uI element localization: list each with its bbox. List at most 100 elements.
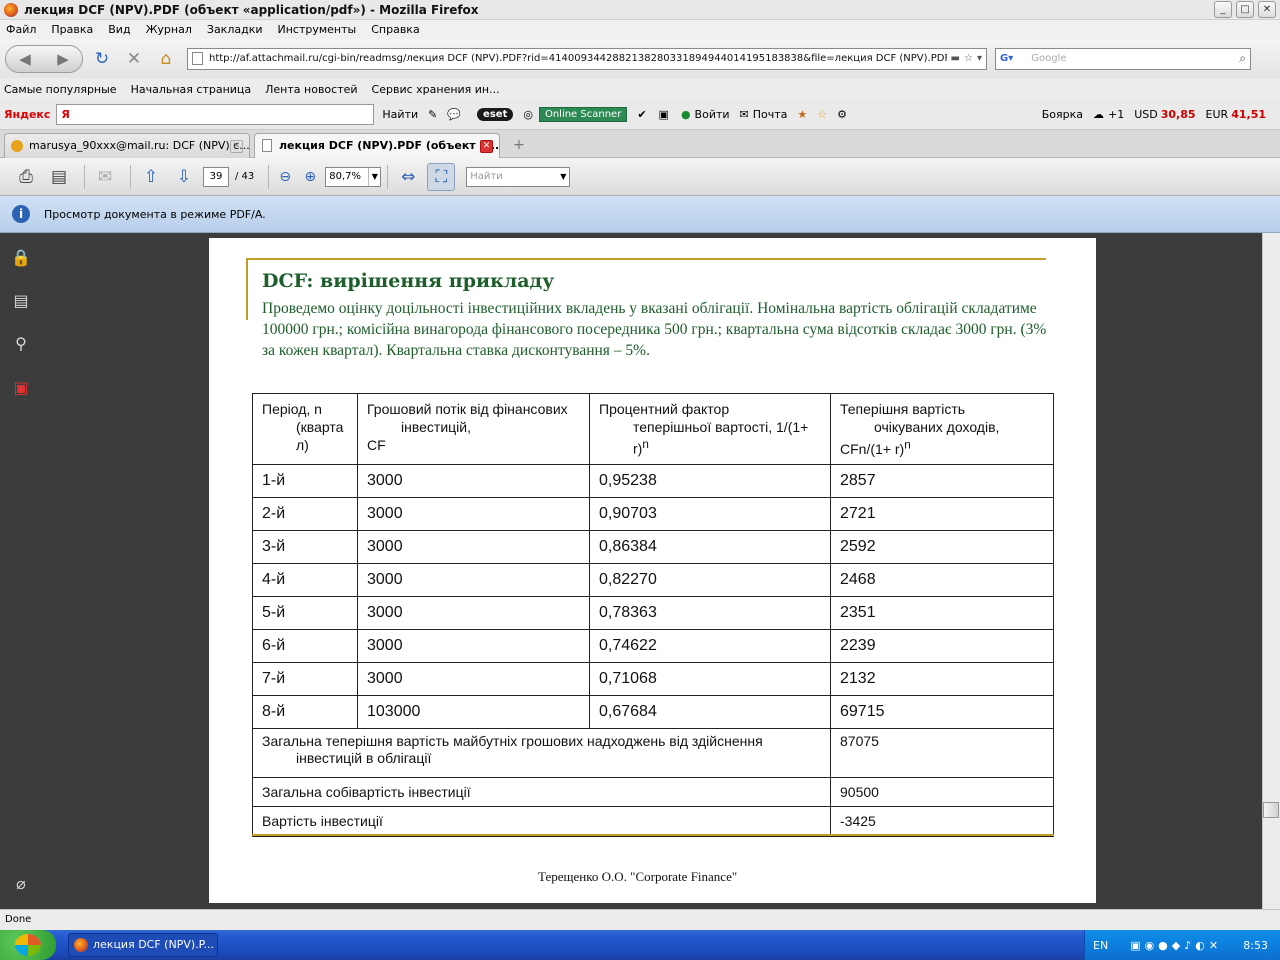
back-forward-buttons: ◀ ▶ bbox=[5, 44, 83, 73]
bookmarks-widget-icon[interactable]: ★ bbox=[797, 108, 807, 121]
yandex-toolbar: Яндекс Я Найти ✎ 💬 eset ◎ Online Scanner… bbox=[0, 100, 1280, 130]
yandex-logo[interactable]: Яндекс bbox=[4, 108, 50, 121]
tab-mail[interactable]: marusya_90xxx@mail.ru: DCF (NPV) с... ✕ bbox=[4, 133, 250, 158]
cell-period: 4-й bbox=[252, 563, 358, 597]
home-icon[interactable]: ⌂ bbox=[153, 49, 179, 69]
close-button[interactable]: ✕ bbox=[1258, 1, 1276, 18]
cell-present-value: 2857 bbox=[830, 464, 1054, 498]
start-button[interactable] bbox=[0, 930, 56, 960]
bookmark-most-visited[interactable]: Самые популярные bbox=[4, 83, 117, 96]
zoom-in-icon[interactable]: ⊕ bbox=[300, 163, 320, 191]
attachment-icon[interactable]: ⌀ bbox=[10, 873, 32, 895]
heading-rule bbox=[246, 258, 1046, 260]
mail-button[interactable]: Почта bbox=[753, 108, 788, 121]
bookmark-news-feed[interactable]: Лента новостей bbox=[265, 83, 357, 96]
save-icon[interactable]: ▤ bbox=[45, 163, 73, 191]
translate-icon[interactable]: ▣ bbox=[659, 108, 669, 121]
menu-help[interactable]: Справка bbox=[371, 23, 419, 36]
tab-pdf[interactable]: лекция DCF (NPV).PDF (объект «... ✕ bbox=[254, 133, 500, 159]
fit-page-icon[interactable]: ⛶ bbox=[427, 162, 456, 191]
info-icon: i bbox=[12, 205, 30, 223]
url-text[interactable]: http://af.attachmail.ru/cgi-bin/readmsg/… bbox=[209, 53, 947, 64]
cell-present-value: 2468 bbox=[830, 563, 1054, 597]
menu-bookmarks[interactable]: Закладки bbox=[207, 23, 263, 36]
previous-page-icon[interactable]: ⇧ bbox=[137, 163, 165, 191]
menu-history[interactable]: Журнал bbox=[146, 23, 192, 36]
login-button[interactable]: Войти bbox=[695, 108, 730, 121]
pdf-find-input[interactable]: Найти ▼ bbox=[466, 166, 571, 187]
zoom-out-icon[interactable]: ⊖ bbox=[275, 163, 295, 191]
cell-present-value: 2351 bbox=[830, 596, 1054, 630]
search-bar[interactable]: G▾ Google ⌕ bbox=[995, 47, 1251, 70]
pencil-icon[interactable]: ✎ bbox=[428, 108, 437, 121]
scrollbar-thumb[interactable] bbox=[1263, 802, 1279, 818]
header-cash-flow: Грошовий потік від фінансових інвестицій… bbox=[357, 393, 590, 465]
pdf-info-icon[interactable]: ▣ bbox=[10, 377, 32, 399]
yandex-find-button[interactable]: Найти bbox=[382, 108, 418, 121]
clock[interactable]: 8:53 bbox=[1243, 939, 1268, 952]
weather-temp[interactable]: +1 bbox=[1108, 108, 1124, 121]
google-icon[interactable]: G▾ bbox=[1000, 53, 1013, 64]
pdf-tab-icon bbox=[262, 139, 272, 152]
print-icon[interactable]: ⎙ bbox=[12, 163, 40, 191]
weather-city[interactable]: Боярка bbox=[1042, 108, 1083, 121]
tray-icons[interactable]: ▣◉●◆♪◐✕ bbox=[1130, 939, 1243, 952]
bookmark-storage-service[interactable]: Сервис хранения ин... bbox=[372, 83, 500, 96]
fit-width-icon[interactable]: ⇔ bbox=[394, 163, 422, 191]
menu-view[interactable]: Вид bbox=[108, 23, 130, 36]
bookmark-star-icon[interactable]: ☆ bbox=[964, 53, 973, 64]
online-scanner-button[interactable]: Online Scanner bbox=[538, 107, 628, 122]
dcf-table: Період, n (кварта л) Грошовий потік від … bbox=[252, 393, 1054, 837]
binoculars-icon[interactable]: ⚲ bbox=[10, 333, 32, 355]
url-dropdown-icon[interactable]: ▾ bbox=[977, 53, 982, 64]
stop-icon[interactable]: ✕ bbox=[121, 49, 147, 69]
cell-cash-flow: 3000 bbox=[357, 629, 590, 663]
status-bar: Done bbox=[0, 909, 1280, 930]
eset-button[interactable]: eset bbox=[477, 108, 514, 121]
usd-label: USD bbox=[1134, 108, 1158, 121]
spellcheck-icon[interactable]: ✔ bbox=[637, 108, 646, 121]
cell-pv-factor: 0,95238 bbox=[589, 464, 831, 498]
menu-file[interactable]: Файл bbox=[6, 23, 36, 36]
forward-icon[interactable]: ▶ bbox=[57, 50, 69, 68]
email-icon[interactable]: ✉ bbox=[91, 163, 119, 191]
pages-icon[interactable]: ▤ bbox=[10, 290, 32, 312]
russia-flag-icon: ▬ bbox=[950, 53, 960, 64]
bookmark-home-page[interactable]: Начальная страница bbox=[131, 83, 252, 96]
next-page-icon[interactable]: ⇩ bbox=[170, 163, 198, 191]
lock-icon[interactable]: 🔒 bbox=[10, 247, 32, 269]
zoom-select[interactable]: 80,7% ▼ bbox=[325, 166, 382, 187]
cell-present-value: 2132 bbox=[830, 662, 1054, 696]
menu-edit[interactable]: Правка bbox=[51, 23, 93, 36]
usd-rate[interactable]: 30,85 bbox=[1161, 108, 1196, 121]
summary-label: Загальна собівартість інвестиції bbox=[252, 777, 831, 807]
tab-close-icon[interactable]: ✕ bbox=[480, 140, 493, 153]
cell-pv-factor: 0,67684 bbox=[589, 695, 831, 729]
favorites-icon[interactable]: ☆ bbox=[817, 108, 827, 121]
maximize-button[interactable]: □ bbox=[1236, 1, 1254, 18]
menu-tools[interactable]: Инструменты bbox=[278, 23, 357, 36]
taskbar-firefox-window[interactable]: лекция DCF (NPV).P... bbox=[68, 933, 218, 957]
heading-rule-vertical bbox=[246, 258, 248, 320]
mail-tab-icon bbox=[11, 140, 23, 152]
url-bar[interactable]: http://af.attachmail.ru/cgi-bin/readmsg/… bbox=[187, 47, 987, 70]
search-icon[interactable]: ⌕ bbox=[1239, 51, 1246, 66]
tab-close-icon[interactable]: ✕ bbox=[230, 140, 243, 153]
yandex-search-input[interactable]: Я bbox=[56, 104, 375, 125]
cell-present-value: 2721 bbox=[830, 497, 1054, 531]
chat-icon[interactable]: 💬 bbox=[447, 108, 461, 121]
table-row: 7-й 3000 0,71068 2132 bbox=[252, 662, 1054, 696]
language-indicator[interactable]: EN bbox=[1093, 939, 1108, 952]
summary-value: -3425 bbox=[830, 806, 1054, 837]
eur-rate[interactable]: 41,51 bbox=[1231, 108, 1266, 121]
reload-icon[interactable]: ↻ bbox=[89, 49, 115, 69]
new-tab-icon[interactable]: + bbox=[508, 134, 530, 158]
table-row: 1-й 3000 0,95238 2857 bbox=[252, 464, 1054, 498]
cell-period: 5-й bbox=[252, 596, 358, 630]
cell-pv-factor: 0,86384 bbox=[589, 530, 831, 564]
page-number-input[interactable]: 39 bbox=[203, 166, 229, 187]
back-icon[interactable]: ◀ bbox=[19, 50, 31, 68]
minimize-button[interactable]: _ bbox=[1214, 1, 1232, 18]
settings-gear-icon[interactable]: ⚙ bbox=[837, 108, 847, 121]
table-row: 3-й 3000 0,86384 2592 bbox=[252, 530, 1054, 564]
